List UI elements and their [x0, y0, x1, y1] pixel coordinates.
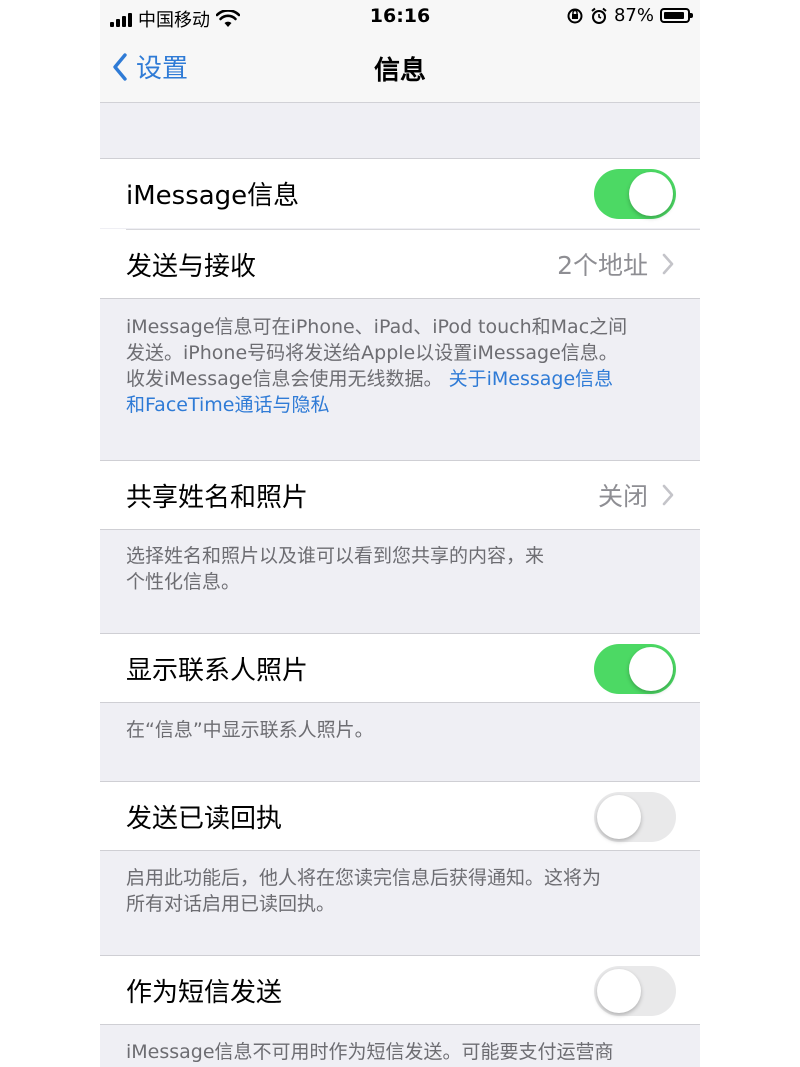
privacy-link[interactable]: 关于iMessage信息 [449, 368, 614, 390]
share-name-row[interactable]: 共享姓名和照片 关闭 [100, 460, 700, 530]
send-as-sms-row: 作为短信发送 [100, 955, 700, 1025]
footnote-line: 个性化信息。 [126, 571, 241, 593]
footnote-text: 收发iMessage信息会使用无线数据。 [126, 368, 443, 390]
navigation-bar: 设置 信息 [100, 34, 700, 103]
contact-photos-toggle[interactable] [594, 644, 676, 694]
alarm-icon [591, 7, 607, 24]
send-receive-label: 发送与接收 [126, 251, 257, 282]
footnote-line: iMessage信息可在iPhone、iPad、iPod touch和Mac之间 [126, 316, 628, 338]
settings-screen: 中国移动 16:16 87% 设置 信息 iMessage信息 发送与接收 2个… [100, 0, 700, 1067]
imessage-footnote: iMessage信息可在iPhone、iPad、iPod touch和Mac之间… [126, 314, 676, 418]
read-receipts-row: 发送已读回执 [100, 781, 700, 851]
send-as-sms-footnote: iMessage信息不可用时作为短信发送。可能要支付运营商 [126, 1041, 614, 1063]
footnote-line: 收发iMessage信息会使用无线数据。 关于iMessage信息 [126, 366, 676, 392]
battery-percent: 87% [613, 5, 654, 26]
orientation-lock-icon [567, 8, 583, 23]
contact-photos-footnote: 在“信息”中显示联系人照片。 [126, 719, 374, 741]
footnote-line: 选择姓名和照片以及谁可以看到您共享的内容，来 [126, 545, 545, 567]
status-bar: 中国移动 16:16 87% [100, 0, 700, 34]
read-receipts-toggle[interactable] [594, 792, 676, 842]
imessage-row: iMessage信息 [100, 158, 700, 228]
chevron-right-icon [662, 484, 674, 506]
page-title: 信息 [373, 56, 426, 86]
read-receipts-label: 发送已读回执 [126, 803, 283, 834]
contact-photos-row: 显示联系人照片 [100, 633, 700, 703]
footnote-line: 所有对话启用已读回执。 [126, 893, 336, 915]
footnote-line: 启用此功能后，他人将在您读完信息后获得通知。这将为 [126, 867, 602, 889]
chevron-right-icon [662, 253, 674, 275]
send-as-sms-label: 作为短信发送 [126, 977, 283, 1008]
status-right: 87% [566, 5, 693, 26]
read-receipts-footnote: 启用此功能后，他人将在您读完信息后获得通知。这将为 所有对话启用已读回执。 [126, 865, 676, 917]
privacy-link-continued[interactable]: 和FaceTime通话与隐私 [126, 392, 676, 418]
imessage-toggle[interactable] [594, 169, 676, 219]
contact-photos-label: 显示联系人照片 [126, 655, 309, 686]
share-footnote: 选择姓名和照片以及谁可以看到您共享的内容，来 个性化信息。 [126, 543, 676, 595]
footnote-line: 发送。iPhone号码将发送给Apple以设置iMessage信息。 [126, 342, 618, 364]
send-receive-row[interactable]: 发送与接收 2个地址 [100, 229, 700, 299]
send-as-sms-toggle[interactable] [594, 966, 676, 1016]
share-name-label: 共享姓名和照片 [126, 482, 309, 513]
imessage-label: iMessage信息 [126, 180, 300, 211]
send-receive-value: 2个地址 [557, 251, 648, 280]
battery-icon [660, 8, 693, 23]
share-name-value: 关闭 [597, 482, 648, 511]
